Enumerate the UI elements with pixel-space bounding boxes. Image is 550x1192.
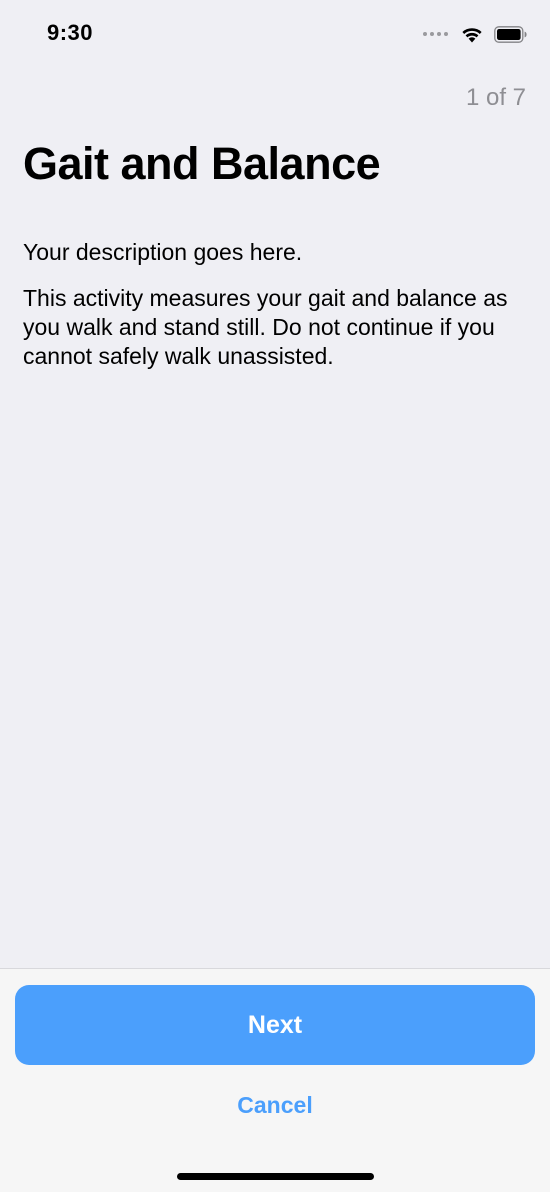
- cancel-button[interactable]: Cancel: [175, 1087, 375, 1123]
- next-button[interactable]: Next: [15, 985, 535, 1065]
- description-text: Your description goes here.: [23, 239, 303, 265]
- battery-icon: [494, 25, 527, 43]
- footer-panel: Next Cancel: [0, 968, 550, 1192]
- detail-text: This activity measures your gait and bal…: [23, 285, 508, 369]
- step-counter: 1 of 7: [465, 84, 526, 111]
- status-bar: 9:30: [0, 0, 550, 70]
- status-time: 9:30: [47, 20, 94, 45]
- home-indicator[interactable]: [177, 1173, 374, 1180]
- page-title: Gait and Balance: [23, 138, 381, 189]
- cellular-signal-icon: [423, 32, 448, 36]
- status-icons: [423, 24, 528, 44]
- wifi-icon: [462, 28, 482, 43]
